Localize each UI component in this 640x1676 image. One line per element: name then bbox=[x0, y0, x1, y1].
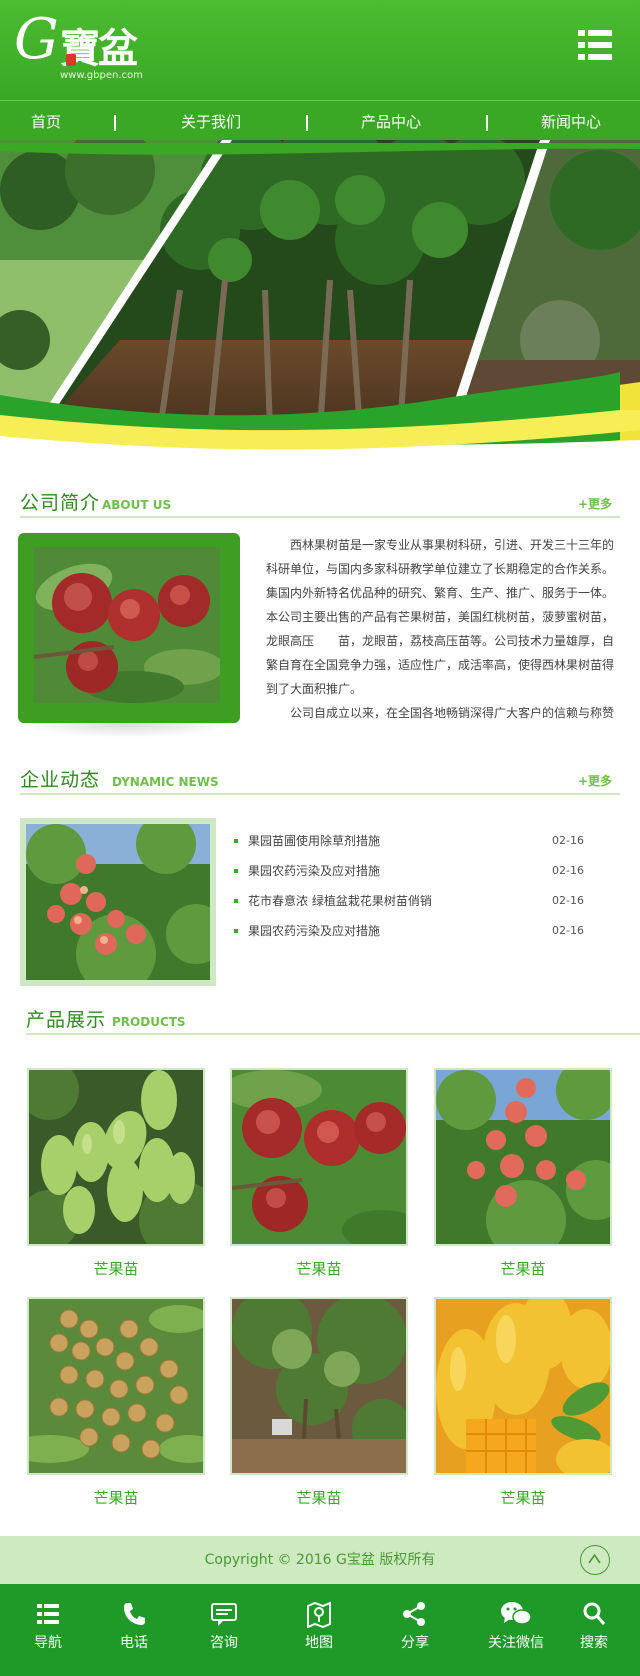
product-card[interactable]: 芒果苗 bbox=[434, 1297, 612, 1508]
nav-separator bbox=[114, 115, 116, 131]
bottom-toolbar: 导航 电话 咨询 地图 分享 关注微信 搜索 bbox=[0, 1584, 640, 1676]
products-title: 产品展示 bbox=[26, 1009, 107, 1031]
header: G 寶盆 www.gbpen.com bbox=[0, 0, 640, 100]
news-list: 果园苗圃使用除草剂措施 02-16 果园农药污染及应对措施 02-16 花市春意浓 … bbox=[232, 826, 592, 946]
product-card[interactable]: 芒果苗 bbox=[27, 1297, 205, 1508]
news-title: 企业动态 bbox=[20, 769, 101, 791]
product-card[interactable]: 芒果苗 bbox=[434, 1068, 612, 1279]
toolbar-label: 咨询 bbox=[210, 1635, 238, 1651]
news-item-date: 02-16 bbox=[552, 924, 584, 937]
menu-button[interactable] bbox=[578, 30, 612, 60]
news-item[interactable]: 果园农药污染及应对措施 02-16 bbox=[232, 916, 592, 946]
nav-item-home[interactable]: 首页 bbox=[0, 101, 116, 143]
product-card[interactable]: 芒果苗 bbox=[27, 1068, 205, 1279]
news-more-link[interactable]: +更多 bbox=[578, 772, 612, 789]
product-name: 芒果苗 bbox=[93, 1260, 139, 1278]
chevron-up-icon bbox=[588, 1553, 601, 1564]
toolbar-wechat-button[interactable]: 关注微信 bbox=[478, 1600, 554, 1660]
product-card[interactable]: 芒果苗 bbox=[230, 1068, 408, 1279]
news-item-title: 果园农药污染及应对措施 bbox=[248, 864, 381, 878]
news-item-title: 花市春意浓 绿植盆栽花果树苗俏销 bbox=[248, 894, 432, 908]
nav-item-news[interactable]: 新闻中心 bbox=[501, 101, 640, 143]
toolbar-search-button[interactable]: 搜索 bbox=[568, 1600, 620, 1660]
toolbar-map-button[interactable]: 地图 bbox=[293, 1600, 345, 1660]
about-title: 公司简介 bbox=[20, 492, 101, 514]
copyright: Copyright © 2016 G宝盆 版权所有 bbox=[0, 1536, 640, 1584]
nav-separator bbox=[486, 115, 488, 131]
product-image bbox=[230, 1297, 408, 1475]
toolbar-share-button[interactable]: 分享 bbox=[389, 1600, 441, 1660]
news-item-date: 02-16 bbox=[552, 864, 584, 877]
about-paragraph: 西林果树苗是一家专业从事果树科研，引进、开发三十三年的科研单位，与国内多家科研教… bbox=[266, 538, 615, 696]
toolbar-label: 电话 bbox=[120, 1635, 148, 1651]
news-item-title: 果园农药污染及应对措施 bbox=[248, 924, 381, 938]
about-text: 西林果树苗是一家专业从事果树科研，引进、开发三十三年的科研单位，与国内多家科研教… bbox=[266, 533, 618, 725]
news-item[interactable]: 果园苗圃使用除草剂措施 02-16 bbox=[232, 826, 592, 856]
nav-curve bbox=[0, 143, 640, 155]
phone-icon bbox=[124, 1603, 145, 1625]
news-item-date: 02-16 bbox=[552, 834, 584, 847]
toolbar-phone-button[interactable]: 电话 bbox=[108, 1600, 160, 1660]
news-section-header: 企业动态 DYNAMIC NEWS +更多 bbox=[20, 765, 620, 795]
news-item-date: 02-16 bbox=[552, 894, 584, 907]
logo-seal-icon bbox=[66, 54, 76, 66]
list-icon bbox=[37, 1604, 59, 1624]
back-to-top-button[interactable] bbox=[580, 1545, 610, 1575]
toolbar-nav-button[interactable]: 导航 bbox=[22, 1600, 74, 1660]
hero-banner[interactable] bbox=[0, 140, 640, 480]
product-card[interactable]: 芒果苗 bbox=[230, 1297, 408, 1508]
map-icon bbox=[307, 1601, 331, 1628]
product-name: 芒果苗 bbox=[296, 1489, 342, 1507]
products-title-en: PRODUCTS bbox=[112, 1015, 186, 1029]
about-paragraph: 公司自成立以来，在全国各地畅销深得广大客户的信赖与称赞 bbox=[290, 706, 615, 720]
product-name: 芒果苗 bbox=[500, 1489, 546, 1507]
menu-icon bbox=[578, 30, 612, 60]
nav-item-about[interactable]: 关于我们 bbox=[141, 101, 281, 143]
toolbar-chat-button[interactable]: 咨询 bbox=[198, 1600, 250, 1660]
about-image[interactable] bbox=[34, 547, 220, 703]
share-icon bbox=[403, 1602, 425, 1626]
toolbar-label: 导航 bbox=[34, 1635, 62, 1651]
main-nav: 首页 关于我们 产品中心 新闻中心 bbox=[0, 100, 640, 144]
toolbar-label: 关注微信 bbox=[488, 1635, 544, 1651]
wechat-icon bbox=[501, 1602, 532, 1625]
about-title-en: ABOUT US bbox=[102, 498, 172, 512]
product-name: 芒果苗 bbox=[500, 1260, 546, 1278]
nav-separator bbox=[306, 115, 308, 131]
logo[interactable]: G 寶盆 www.gbpen.com bbox=[14, 10, 154, 84]
toolbar-label: 搜索 bbox=[580, 1635, 608, 1651]
news-item-title: 果园苗圃使用除草剂措施 bbox=[248, 834, 381, 848]
product-image bbox=[230, 1068, 408, 1246]
search-icon bbox=[583, 1602, 606, 1625]
product-image bbox=[27, 1297, 205, 1475]
news-title-en: DYNAMIC NEWS bbox=[112, 775, 219, 789]
news-item[interactable]: 果园农药污染及应对措施 02-16 bbox=[232, 856, 592, 886]
product-image bbox=[27, 1068, 205, 1246]
about-section-header: 公司简介 ABOUT US +更多 bbox=[20, 488, 620, 518]
toolbar-label: 分享 bbox=[401, 1635, 429, 1651]
toolbar-label: 地图 bbox=[305, 1635, 333, 1651]
about-more-link[interactable]: +更多 bbox=[578, 495, 612, 512]
product-image bbox=[434, 1068, 612, 1246]
chat-icon bbox=[211, 1603, 237, 1626]
products-section-header: 产品展示 PRODUCTS bbox=[26, 1005, 640, 1035]
nav-item-products[interactable]: 产品中心 bbox=[321, 101, 461, 143]
logo-url: www.gbpen.com bbox=[60, 70, 143, 81]
product-name: 芒果苗 bbox=[296, 1260, 342, 1278]
product-name: 芒果苗 bbox=[93, 1489, 139, 1507]
product-image bbox=[434, 1297, 612, 1475]
logo-letter: G bbox=[14, 7, 59, 72]
news-item[interactable]: 花市春意浓 绿植盆栽花果树苗俏销 02-16 bbox=[232, 886, 592, 916]
news-image[interactable] bbox=[20, 814, 226, 994]
